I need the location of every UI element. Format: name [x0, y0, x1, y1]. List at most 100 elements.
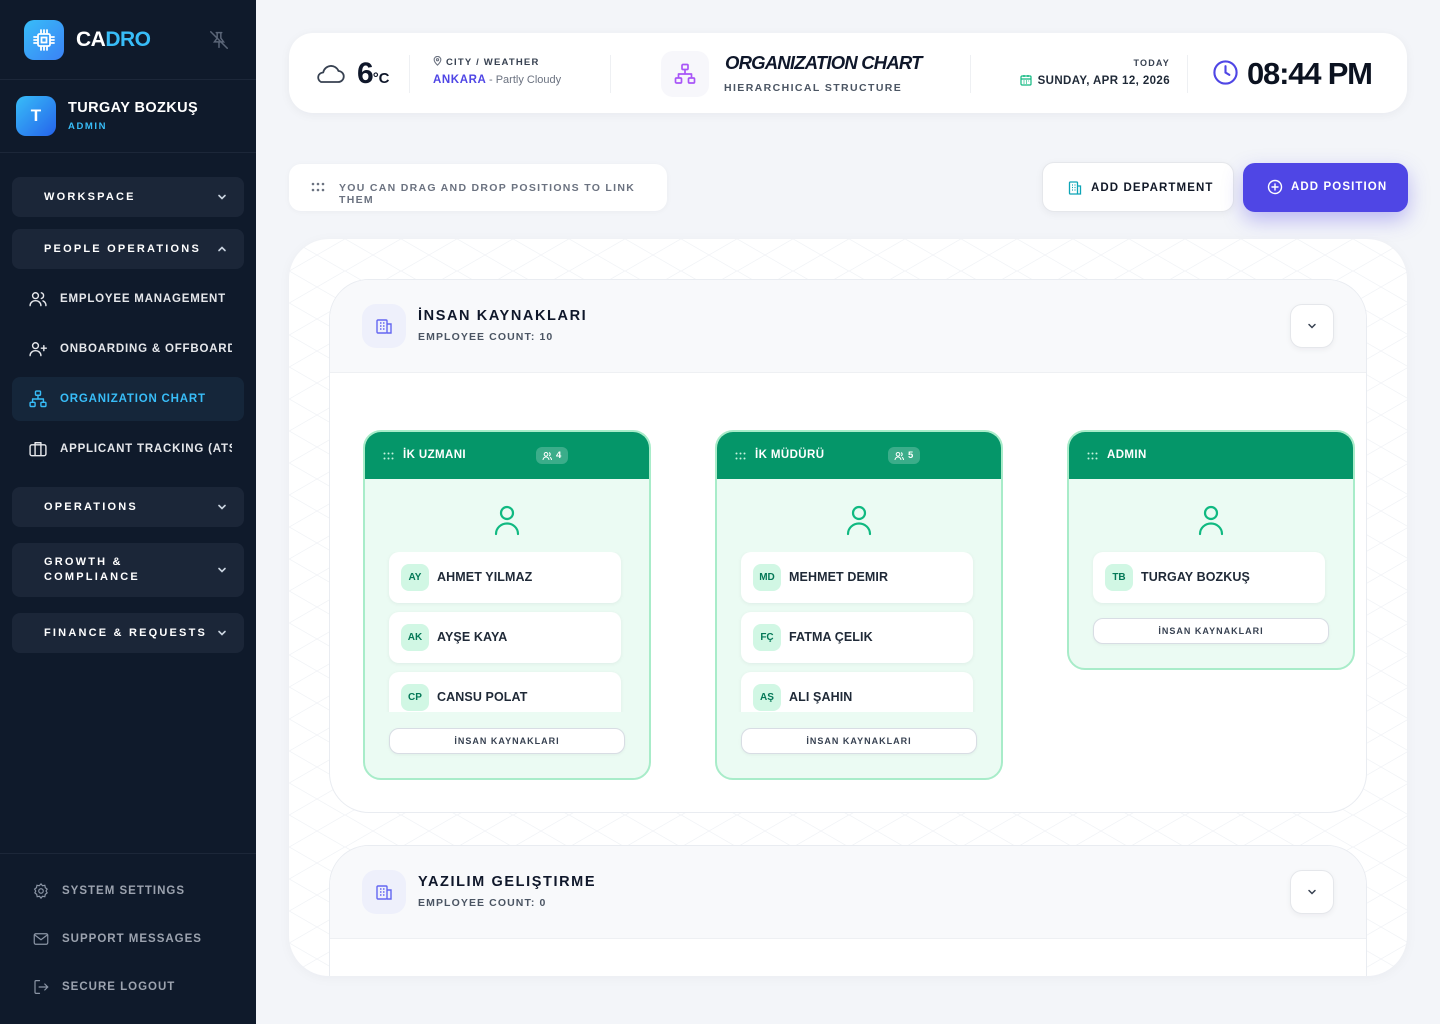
temperature: 6°C: [357, 57, 390, 90]
building-icon: [362, 870, 406, 914]
users-icon: [894, 451, 904, 460]
department-tag: İNSAN KAYNAKLARI: [741, 728, 977, 754]
employee-chip[interactable]: CP CANSU POLAT: [389, 672, 621, 712]
sidebar-item-onboarding[interactable]: ONBOARDING & OFFBOARDING: [12, 327, 244, 371]
position-card[interactable]: İK MÜDÜRÜ 5 MD MEHMET DEMIR FÇ FATMA ÇEL…: [715, 430, 1003, 780]
position-title: ADMIN: [1107, 449, 1147, 461]
sidebar-item-organization-chart[interactable]: ORGANIZATION CHART: [12, 377, 244, 421]
calendar-icon: [1019, 75, 1032, 86]
user-profile[interactable]: T TURGAY BOZKUŞ ADMIN: [0, 80, 256, 153]
employee-initials: MD: [753, 564, 781, 591]
nav-group-label: GROWTH & COMPLIANCE: [44, 556, 140, 583]
drag-handle-icon[interactable]: [1087, 452, 1098, 460]
briefcase-icon: [29, 442, 47, 457]
employee-name: ALI ŞAHIN: [789, 690, 853, 704]
sidebar-item-applicant-tracking[interactable]: APPLICANT TRACKING (ATS): [12, 427, 244, 471]
brand-name: CADRO: [76, 28, 151, 51]
nav-group-growth-compliance[interactable]: GROWTH & COMPLIANCE: [12, 543, 244, 597]
cpu-logo-icon: [24, 20, 64, 60]
current-date: SUNDAY, APR 12, 2026: [1019, 74, 1170, 87]
sidebar-item-employee-management[interactable]: EMPLOYEE MANAGEMENT: [12, 277, 244, 321]
clock-icon: [1213, 60, 1238, 85]
department-header: YAZILIM GELIŞTIRME EMPLOYEE COUNT: 0: [330, 846, 1366, 939]
support-messages-link[interactable]: SUPPORT MESSAGES: [32, 929, 232, 949]
employee-chip[interactable]: TB TURGAY BOZKUŞ: [1093, 552, 1325, 603]
nav-group-people-operations[interactable]: PEOPLE OPERATIONS: [12, 229, 244, 269]
employee-count: EMPLOYEE COUNT: 0: [418, 897, 547, 909]
chevron-down-icon: [218, 630, 226, 636]
sidebar: CADRO T TURGAY BOZKUŞ ADMIN WORKSPACE PE…: [0, 0, 256, 1024]
employee-initials: CP: [401, 684, 429, 711]
page-title: ORGANIZATION CHART: [725, 52, 922, 73]
divider: [409, 55, 410, 93]
unpin-icon[interactable]: [208, 29, 230, 51]
employee-initials: AY: [401, 564, 429, 591]
cloud-icon: [317, 65, 345, 83]
user-name: TURGAY BOZKUŞ: [68, 100, 199, 116]
employee-chip[interactable]: AY AHMET YILMAZ: [389, 552, 621, 603]
divider: [970, 55, 971, 93]
position-header: ADMIN: [1069, 432, 1353, 479]
sidebar-item-label: ORGANIZATION CHART: [60, 393, 206, 405]
employee-chip[interactable]: AŞ ALI ŞAHIN: [741, 672, 973, 712]
position-title: İK MÜDÜRÜ: [755, 449, 825, 461]
divider: [610, 55, 611, 93]
divider: [1187, 55, 1188, 93]
add-position-button[interactable]: ADD POSITION: [1243, 163, 1408, 212]
collapse-department-button[interactable]: [1290, 304, 1334, 348]
person-icon: [494, 505, 520, 536]
member-count-badge: 4: [536, 447, 569, 464]
users-icon: [29, 292, 47, 307]
drag-handle-icon[interactable]: [735, 452, 746, 460]
position-card[interactable]: İK UZMANI 4 AY AHMET YILMAZ AK AYŞE KAYA…: [363, 430, 651, 780]
plus-circle-icon: [1267, 179, 1283, 195]
mail-icon: [33, 933, 49, 945]
secure-logout-link[interactable]: SECURE LOGOUT: [32, 977, 232, 997]
employee-name: AYŞE KAYA: [437, 630, 508, 644]
position-card[interactable]: ADMIN TB TURGAY BOZKUŞ İNSAN KAYNAKLARI: [1067, 430, 1355, 670]
employee-chip[interactable]: AK AYŞE KAYA: [389, 612, 621, 663]
position-header: İK UZMANI 4: [365, 432, 649, 479]
user-role: ADMIN: [68, 121, 108, 132]
chevron-up-icon: [218, 246, 226, 252]
sidebar-item-label: APPLICANT TRACKING (ATS): [60, 443, 232, 455]
current-time: 08:44 PM: [1247, 56, 1373, 91]
org-chart-canvas: İNSAN KAYNAKLARI EMPLOYEE COUNT: 10 İK U…: [289, 239, 1407, 976]
sidebar-item-label: ONBOARDING & OFFBOARDING: [60, 343, 232, 355]
building-icon: [362, 304, 406, 348]
nav-group-finance-requests[interactable]: FINANCE & REQUESTS: [12, 613, 244, 653]
system-settings-link[interactable]: SYSTEM SETTINGS: [32, 881, 232, 901]
building-icon: [1068, 181, 1082, 195]
drag-handle-icon: [311, 182, 325, 192]
add-department-button[interactable]: ADD DEPARTMENT: [1042, 162, 1234, 212]
department-header: İNSAN KAYNAKLARI EMPLOYEE COUNT: 10: [330, 280, 1366, 373]
employee-chip[interactable]: FÇ FATMA ÇELIK: [741, 612, 973, 663]
add-department-label: ADD DEPARTMENT: [1091, 182, 1214, 194]
avatar: T: [16, 96, 56, 136]
employee-name: TURGAY BOZKUŞ: [1141, 570, 1250, 584]
person-icon: [1198, 505, 1224, 536]
department-name: YAZILIM GELIŞTIRME: [418, 874, 597, 890]
department-card: İNSAN KAYNAKLARI EMPLOYEE COUNT: 10 İK U…: [329, 279, 1367, 813]
collapse-department-button[interactable]: [1290, 870, 1334, 914]
nav-group-workspace[interactable]: WORKSPACE: [12, 177, 244, 217]
footer-label: SYSTEM SETTINGS: [62, 885, 185, 897]
department-card: YAZILIM GELIŞTIRME EMPLOYEE COUNT: 0: [329, 845, 1367, 976]
nav-group-label: OPERATIONS: [44, 501, 138, 513]
department-name: İNSAN KAYNAKLARI: [418, 308, 588, 324]
sidebar-item-label: EMPLOYEE MANAGEMENT: [60, 293, 226, 305]
employee-initials: AŞ: [753, 684, 781, 711]
employee-initials: FÇ: [753, 624, 781, 651]
position-title: İK UZMANI: [403, 449, 467, 461]
drag-handle-icon[interactable]: [383, 452, 394, 460]
employee-chip[interactable]: MD MEHMET DEMIR: [741, 552, 973, 603]
map-pin-icon: [433, 56, 442, 66]
city-name: ANKARA: [433, 74, 487, 86]
department-tag: İNSAN KAYNAKLARI: [1093, 618, 1329, 644]
nav-group-operations[interactable]: OPERATIONS: [12, 487, 244, 527]
department-tag: İNSAN KAYNAKLARI: [389, 728, 625, 754]
drag-hint: YOU CAN DRAG AND DROP POSITIONS TO LINK …: [289, 164, 667, 211]
employee-name: AHMET YILMAZ: [437, 570, 533, 584]
divider: [0, 853, 256, 854]
chevron-down-icon: [218, 504, 226, 510]
